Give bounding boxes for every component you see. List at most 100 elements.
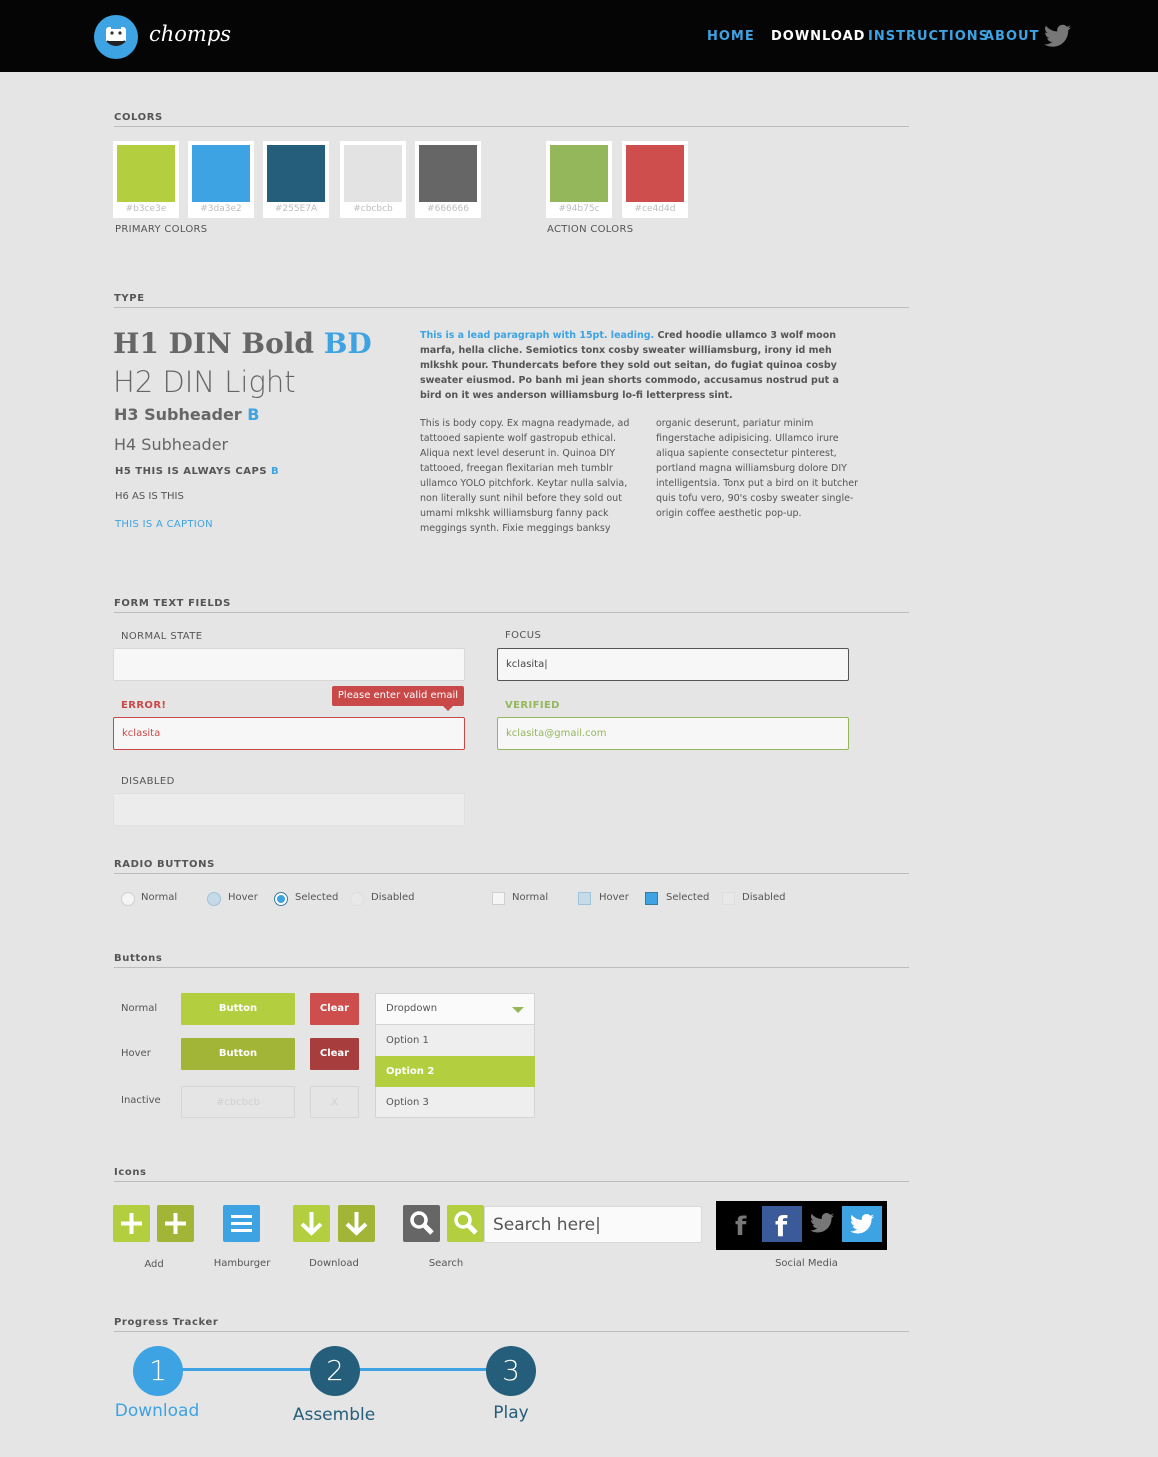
search-input[interactable] [484,1206,702,1243]
swatch-action-green: #94b75c [546,141,612,218]
section-title-progress: Progress Tracker [114,1317,219,1328]
h5-sample: H5 THIS IS ALWAYS CAPS B [115,466,280,477]
radio-selected-label: Selected [295,892,339,903]
error-input[interactable] [113,717,465,750]
dropdown-option-3[interactable]: Option 3 [375,1087,535,1118]
swatch-green: #b3ce3e [113,141,179,218]
primary-button-hover[interactable]: Button [181,1038,295,1070]
dropdown-option-2[interactable]: Option 2 [375,1056,535,1087]
radio-selected[interactable] [274,892,288,906]
error-tooltip-arrow [443,706,453,711]
hamburger-icon[interactable] [223,1205,260,1242]
section-title-buttons: Buttons [114,953,163,964]
checkbox-selected-label: Selected [666,892,710,903]
h4-sample: H4 Subheader [114,435,229,454]
svg-text:f: f [735,1212,747,1242]
add-icon-hover[interactable] [157,1205,194,1242]
twitter-icon[interactable] [1044,24,1071,52]
search-icon-active[interactable] [447,1205,484,1242]
h1-sample: H1 DIN Bold BD [113,327,372,360]
twitter-icon-active[interactable] [842,1206,882,1242]
radio-normal[interactable] [121,892,135,906]
dropdown-select[interactable]: Dropdown [375,993,535,1025]
nav-instructions[interactable]: INSTRUCTIONS [868,29,989,44]
primary-colors-label: PRIMARY COLORS [115,224,208,235]
swatch-blue: #3da3e2 [188,141,254,218]
progress-label-play: Play [493,1403,529,1423]
twitter-icon[interactable] [805,1206,839,1242]
disabled-label: DISABLED [121,776,175,787]
swatch-light-gray: #cbcbcb [340,141,406,218]
checkbox-selected[interactable] [645,892,658,905]
download-caption: Download [309,1258,359,1269]
divider [114,612,909,613]
radio-hover-label: Hover [228,892,258,903]
checkbox-normal-label: Normal [512,892,549,903]
divider [114,307,909,308]
checkbox-disabled-label: Disabled [742,892,786,903]
radio-normal-label: Normal [141,892,178,903]
normal-input[interactable] [113,648,465,681]
chevron-down-icon [512,1007,524,1013]
add-icon[interactable] [113,1205,150,1242]
download-icon-hover[interactable] [338,1205,375,1242]
progress-label-download: Download [114,1401,200,1421]
search-icon[interactable] [403,1205,440,1242]
progress-step-2[interactable]: 2 [310,1346,360,1396]
radio-hover[interactable] [207,892,221,906]
verified-input[interactable] [497,717,849,750]
clear-button[interactable]: Clear [310,993,359,1025]
row-label-inactive: Inactive [121,1095,161,1106]
search-caption: Search [428,1258,464,1269]
h3-sample: H3 Subheader B [114,405,260,424]
body-copy-col-1: This is body copy. Ex magna readymade, a… [420,418,630,534]
radio-disabled [350,892,364,906]
checkbox-normal[interactable] [492,892,505,905]
nav-download[interactable]: DOWNLOAD [771,29,865,44]
divider [114,873,909,874]
action-colors-label: ACTION COLORS [547,224,634,235]
focus-label: FOCUS [505,630,542,641]
row-label-hover: Hover [121,1048,151,1059]
row-label-normal: Normal [121,1003,158,1014]
checkbox-hover-label: Hover [599,892,629,903]
normal-state-label: NORMAL STATE [121,631,203,642]
add-caption: Add [144,1259,164,1270]
progress-connector-2 [358,1368,488,1371]
section-title-type: TYPE [114,293,145,304]
facebook-icon-active[interactable]: f [762,1206,802,1243]
hamburger-caption: Hamburger [213,1258,271,1269]
progress-step-1[interactable]: 1 [133,1346,183,1396]
checkbox-disabled [722,892,735,905]
progress-step-3[interactable]: 3 [486,1346,536,1396]
nav-home[interactable]: HOME [707,29,755,44]
brand-name[interactable]: chomps [149,22,231,46]
clear-button-inactive: X [310,1086,359,1118]
error-label: ERROR! [121,700,167,711]
progress-label-assemble: Assemble [292,1405,376,1425]
disabled-input [113,793,465,826]
download-icon[interactable] [293,1205,330,1242]
focus-input[interactable] [497,648,849,681]
section-title-icons: Icons [114,1167,147,1178]
error-tooltip: Please enter valid email [332,686,464,706]
swatch-gray: #666666 [415,141,481,218]
swatch-dark-blue: #255E7A [263,141,329,218]
primary-button[interactable]: Button [181,993,295,1025]
divider [114,1331,909,1332]
section-title-radio: RADIO BUTTONS [114,859,215,870]
body-copy-col-2: organic deserunt, pariatur minim fingers… [656,418,858,519]
h2-sample: H2 DIN Light [113,365,296,399]
logo-icon[interactable] [94,15,138,59]
radio-disabled-label: Disabled [371,892,415,903]
caption-sample: THIS IS A CAPTION [115,519,213,530]
clear-button-hover[interactable]: Clear [310,1038,359,1070]
dropdown-option-1[interactable]: Option 1 [375,1025,535,1056]
checkbox-hover[interactable] [578,892,591,905]
divider [114,1181,909,1182]
section-title-colors: COLORS [114,112,163,123]
facebook-icon[interactable]: f [723,1206,759,1242]
svg-text:f: f [775,1210,788,1242]
progress-connector-1 [182,1368,312,1371]
nav-about[interactable]: ABOUT [984,29,1039,44]
